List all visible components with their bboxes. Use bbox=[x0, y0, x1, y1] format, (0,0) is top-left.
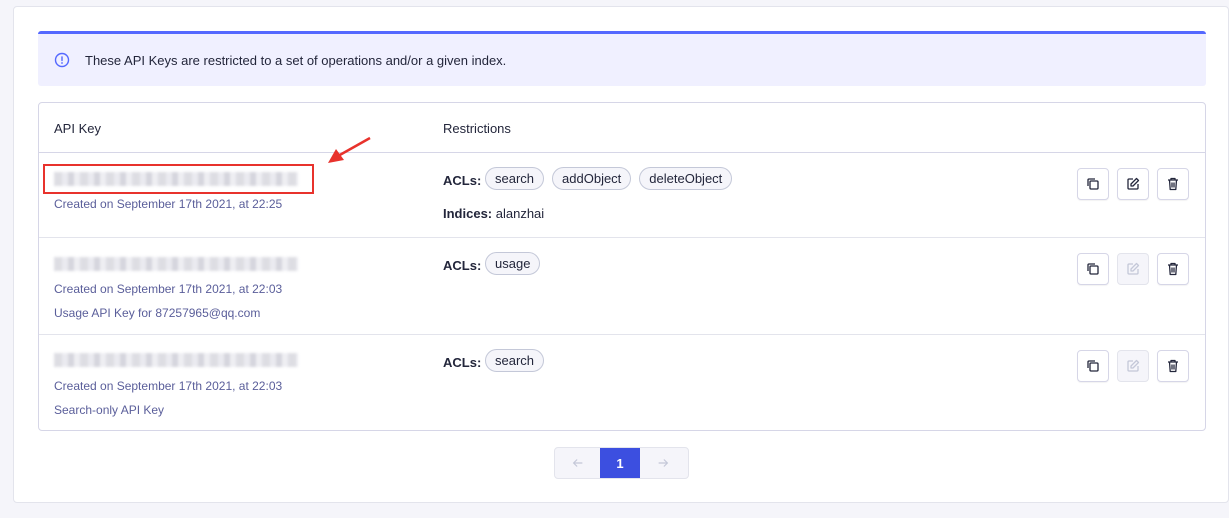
arrow-right-icon bbox=[658, 459, 668, 467]
edit-key-button-disabled bbox=[1117, 253, 1149, 285]
trash-icon bbox=[1168, 359, 1178, 373]
annotation-arrow-icon bbox=[328, 136, 371, 163]
row-actions bbox=[1077, 350, 1189, 382]
acl-chip: search bbox=[485, 349, 545, 372]
acl-chip: addObject bbox=[552, 167, 632, 190]
delete-key-button[interactable] bbox=[1157, 168, 1189, 200]
previous-page-button[interactable] bbox=[555, 448, 600, 478]
created-date: Created on September 17th 2021, at 22:03 bbox=[54, 379, 283, 393]
delete-key-button[interactable] bbox=[1157, 253, 1189, 285]
acls-label: ACLs: bbox=[443, 258, 482, 273]
edit-icon bbox=[1127, 262, 1140, 275]
api-key-value-redacted[interactable] bbox=[54, 353, 298, 367]
api-key-value-redacted[interactable] bbox=[54, 257, 298, 271]
trash-icon bbox=[1168, 177, 1178, 191]
delete-key-button[interactable] bbox=[1157, 350, 1189, 382]
acl-chip: search bbox=[485, 167, 545, 190]
column-header-restrictions: Restrictions bbox=[443, 121, 511, 136]
copy-icon bbox=[1087, 178, 1099, 190]
acl-chips: usage bbox=[485, 252, 541, 275]
acl-chip: usage bbox=[485, 252, 541, 275]
row-actions bbox=[1077, 253, 1189, 285]
acl-chip: deleteObject bbox=[639, 167, 733, 190]
acls-label: ACLs: bbox=[443, 173, 482, 188]
created-date: Created on September 17th 2021, at 22:03 bbox=[54, 282, 283, 296]
indices-label: Indices: bbox=[443, 206, 493, 221]
copy-key-button[interactable] bbox=[1077, 168, 1109, 200]
created-date: Created on September 17th 2021, at 22:25 bbox=[54, 197, 283, 211]
edit-key-button-disabled bbox=[1117, 350, 1149, 382]
info-icon bbox=[54, 52, 70, 68]
table-header: API Key Restrictions bbox=[39, 103, 1205, 153]
trash-icon bbox=[1168, 262, 1178, 276]
edit-key-button[interactable] bbox=[1117, 168, 1149, 200]
acl-chips: search bbox=[485, 349, 545, 372]
acls-label: ACLs: bbox=[443, 355, 482, 370]
pagination: 1 bbox=[554, 447, 689, 479]
indices-info: Indices: alanzhai bbox=[443, 206, 544, 221]
edit-icon bbox=[1127, 177, 1140, 190]
page-number-current[interactable]: 1 bbox=[600, 448, 640, 478]
key-description: Search-only API Key bbox=[54, 403, 165, 417]
table-row: Created on September 17th 2021, at 22:03… bbox=[39, 335, 1205, 431]
edit-icon bbox=[1127, 359, 1140, 372]
annotation-highlight-box bbox=[43, 164, 314, 194]
copy-icon bbox=[1087, 263, 1099, 275]
indices-value: alanzhai bbox=[495, 206, 545, 221]
next-page-button[interactable] bbox=[640, 448, 685, 478]
api-keys-table: API Key Restrictions Created on Septembe… bbox=[38, 102, 1206, 431]
notice-text: These API Keys are restricted to a set o… bbox=[85, 52, 507, 68]
acl-chips: search addObject deleteObject bbox=[485, 167, 733, 190]
copy-icon bbox=[1087, 360, 1099, 372]
restriction-notice: These API Keys are restricted to a set o… bbox=[38, 31, 1206, 86]
arrow-left-icon bbox=[572, 459, 582, 467]
column-header-api-key: API Key bbox=[54, 121, 101, 136]
table-row: Created on September 17th 2021, at 22:03… bbox=[39, 238, 1205, 335]
copy-key-button[interactable] bbox=[1077, 350, 1109, 382]
copy-key-button[interactable] bbox=[1077, 253, 1109, 285]
row-actions bbox=[1077, 168, 1189, 200]
key-description: Usage API Key for 87257965@qq.com bbox=[54, 306, 261, 320]
